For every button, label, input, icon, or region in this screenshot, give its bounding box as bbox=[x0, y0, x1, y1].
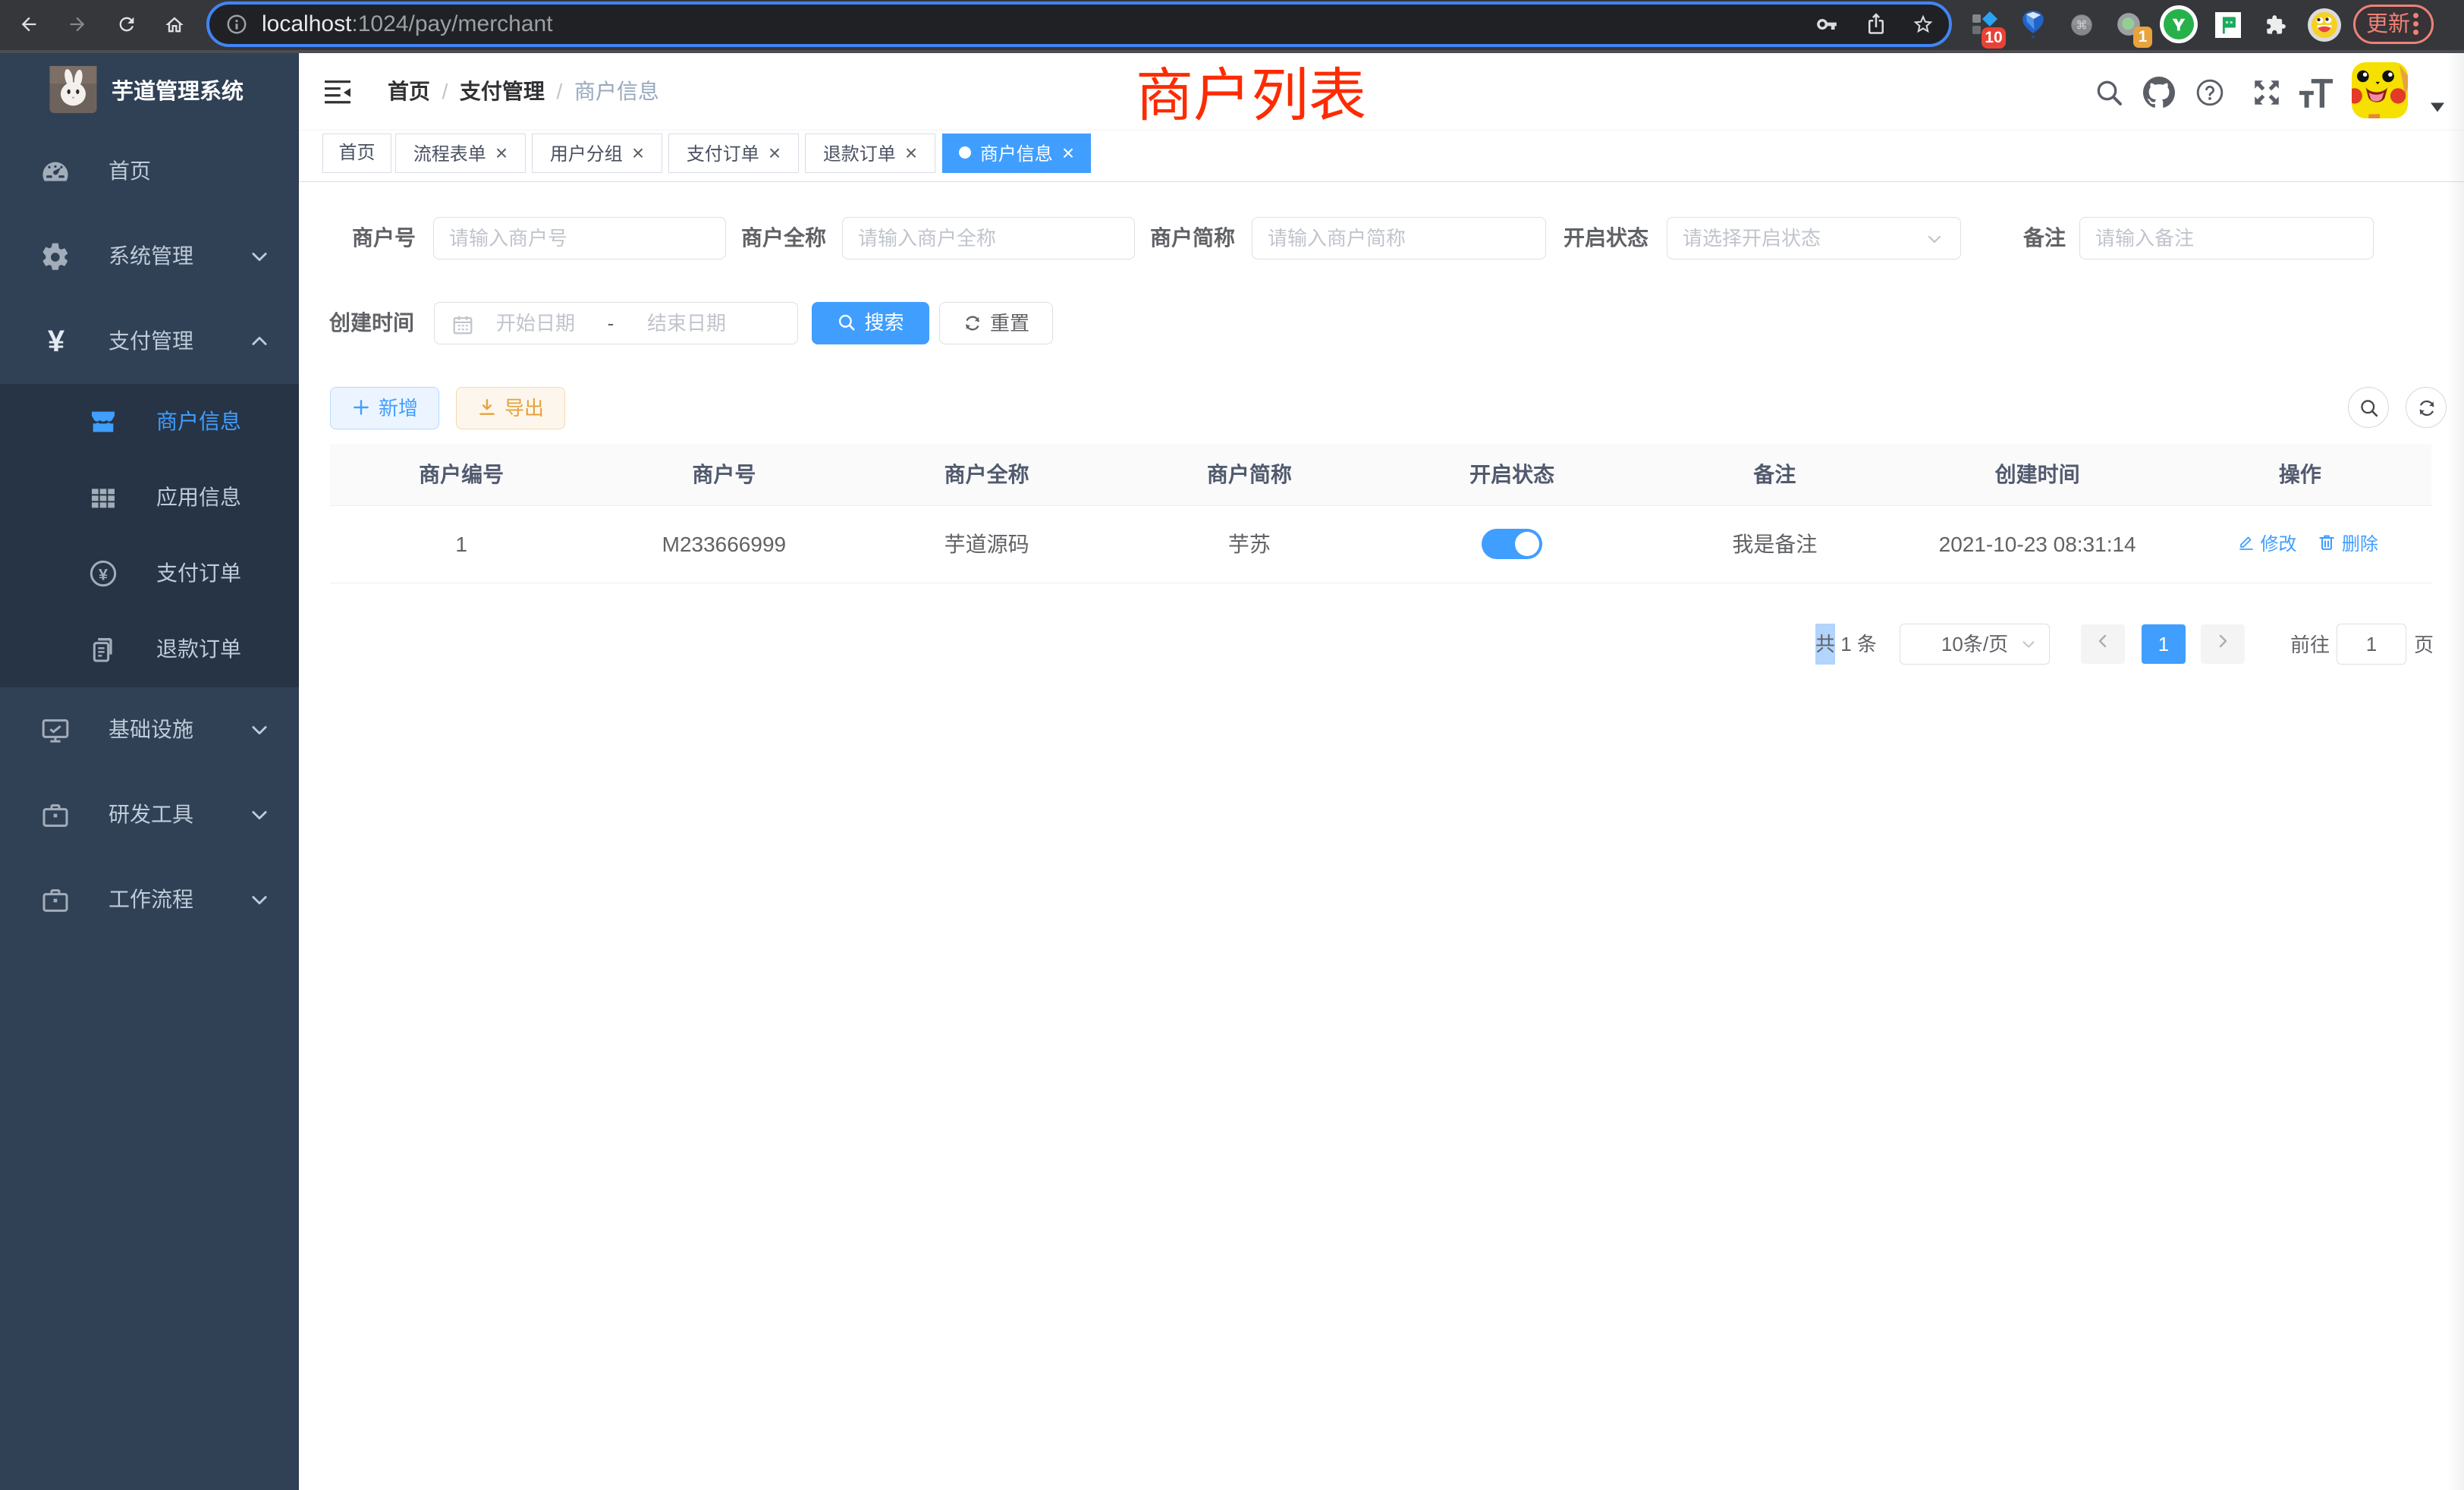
svg-text:⌘: ⌘ bbox=[2076, 19, 2088, 32]
svg-text:¥: ¥ bbox=[99, 564, 108, 583]
